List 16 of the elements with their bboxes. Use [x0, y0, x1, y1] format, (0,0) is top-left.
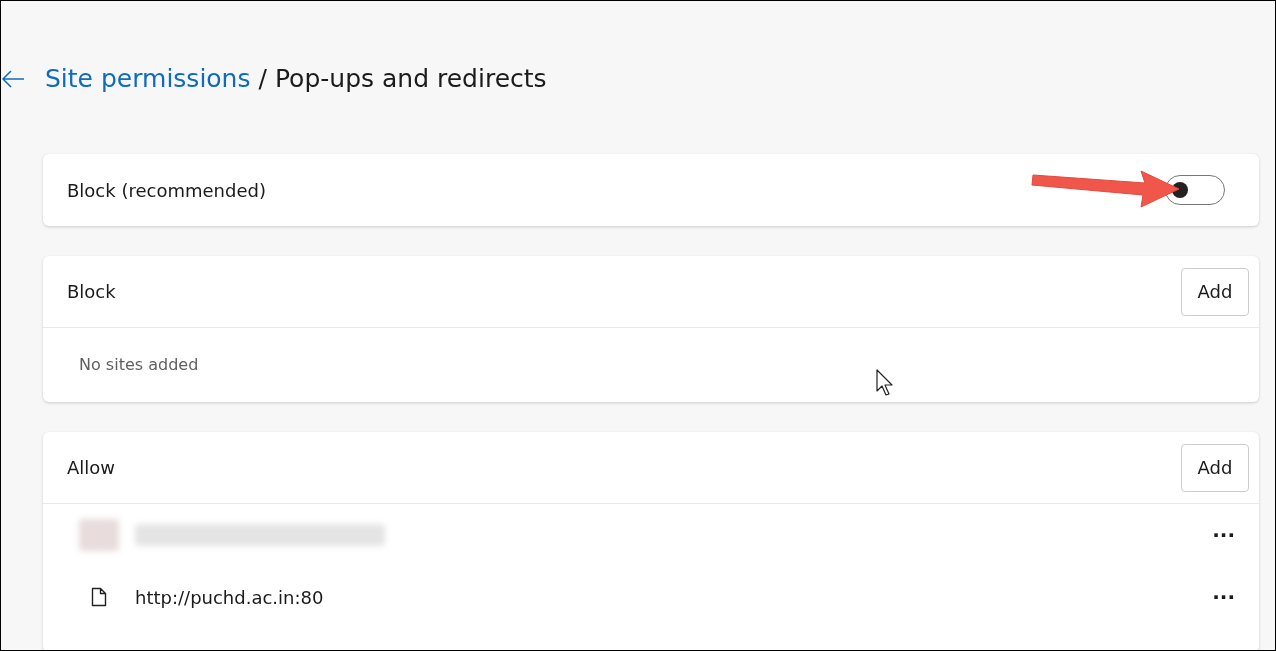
back-arrow-icon[interactable] — [1, 68, 25, 89]
toggle-switch[interactable] — [1165, 175, 1225, 205]
more-options-button[interactable]: ··· — [1208, 582, 1239, 612]
add-button[interactable]: Add — [1181, 443, 1249, 492]
section-title: Allow — [67, 456, 116, 480]
page-title: Pop-ups and redirects — [274, 62, 547, 95]
breadcrumb-link[interactable]: Site permissions — [45, 59, 251, 98]
file-icon — [91, 587, 107, 607]
breadcrumb-separator: / — [258, 62, 267, 95]
site-url: http://puchd.ac.in:80 — [135, 585, 324, 610]
section-title: Block — [67, 280, 116, 304]
setting-label: Block (recommended) — [67, 178, 266, 203]
more-options-button[interactable]: ··· — [1208, 520, 1239, 550]
empty-message: No sites added — [79, 354, 199, 376]
add-button[interactable]: Add — [1181, 267, 1249, 316]
blurred-favicon — [79, 519, 119, 551]
